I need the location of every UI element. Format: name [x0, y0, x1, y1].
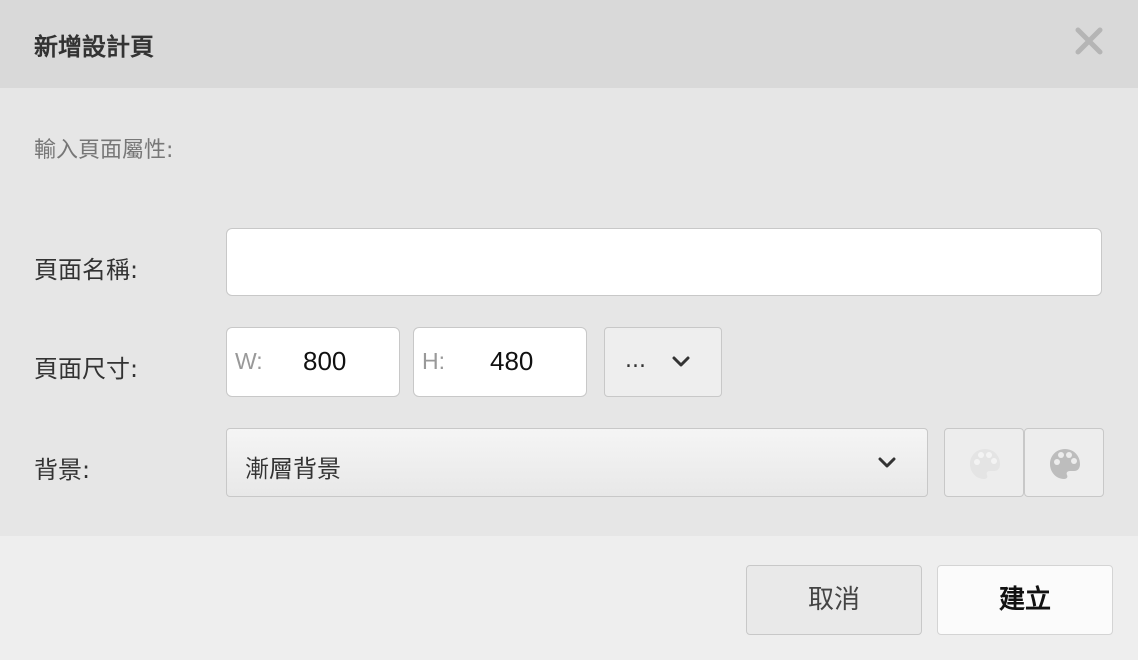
width-field[interactable]: W: 800	[226, 327, 400, 397]
dialog-subtitle: 輸入頁面屬性:	[34, 138, 174, 163]
start-color-button[interactable]	[944, 428, 1024, 497]
width-value[interactable]: 800	[303, 346, 346, 377]
chevron-down-icon	[672, 356, 690, 367]
dialog-title: 新增設計頁	[34, 33, 154, 61]
background-label: 背景:	[34, 456, 91, 484]
cancel-button[interactable]: 取消	[746, 565, 922, 635]
close-icon	[1075, 27, 1103, 55]
dialog-header: 新增設計頁	[0, 0, 1138, 88]
height-value[interactable]: 480	[490, 346, 533, 377]
new-design-page-dialog: 新增設計頁 輸入頁面屬性: 頁面名稱: 頁面尺寸: W: 800 H: 480 …	[0, 0, 1138, 660]
palette-icon	[1050, 449, 1080, 479]
page-size-preset-button[interactable]: ...	[604, 327, 722, 397]
preset-ellipsis: ...	[625, 348, 646, 373]
background-select[interactable]: 漸層背景	[226, 428, 928, 497]
page-name-label: 頁面名稱:	[34, 256, 139, 284]
width-prefix: W:	[235, 348, 263, 374]
close-button[interactable]	[1072, 24, 1106, 58]
height-prefix: H:	[422, 348, 445, 374]
background-selected-value: 漸層背景	[245, 455, 341, 483]
create-button[interactable]: 建立	[937, 565, 1113, 635]
chevron-down-icon	[878, 457, 896, 468]
height-field[interactable]: H: 480	[413, 327, 587, 397]
palette-icon	[970, 449, 1000, 479]
page-name-input[interactable]	[226, 228, 1102, 296]
page-size-label: 頁面尺寸:	[34, 355, 139, 383]
end-color-button[interactable]	[1024, 428, 1104, 497]
